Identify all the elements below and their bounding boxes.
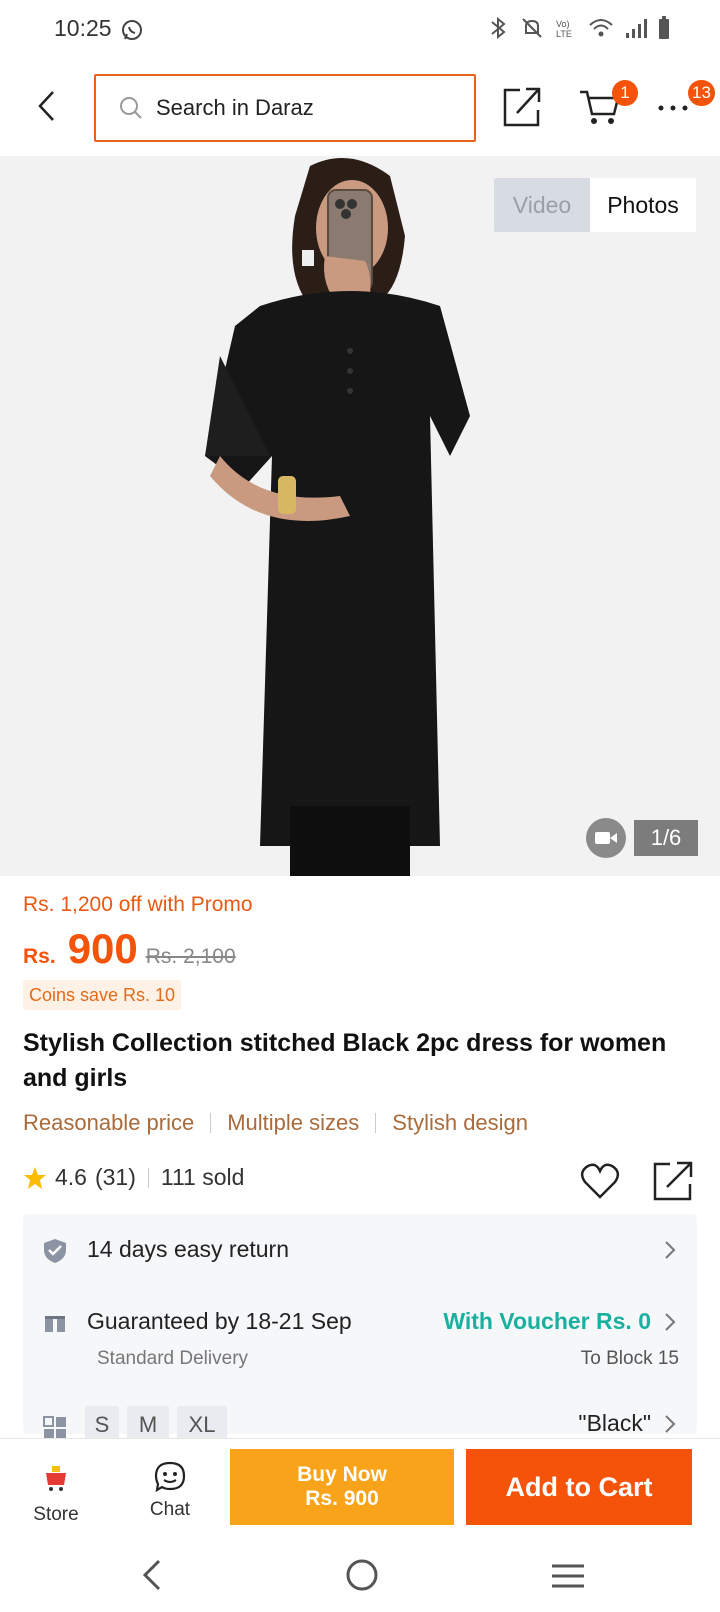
sold-count: 111 sold <box>160 1164 245 1190</box>
status-icons: Vo) LTE <box>488 16 670 40</box>
wifi-icon <box>589 19 613 37</box>
action-bar: Store Chat Buy Now Rs. 900 Add to Cart <box>0 1438 720 1540</box>
svg-text:LTE: LTE <box>556 29 572 39</box>
coins-badge: Coins save Rs. 10 <box>23 980 182 1010</box>
photos-tab[interactable]: Photos <box>590 178 696 232</box>
delivery-date: Guaranteed by 18-21 Sep <box>87 1308 352 1334</box>
price-currency: Rs. <box>23 945 56 968</box>
status-bar: 10:25 Vo) LTE <box>0 0 720 60</box>
volte-icon: Vo)LTE <box>556 19 572 39</box>
delivery-box-icon <box>45 1312 65 1332</box>
share-icon[interactable] <box>502 84 542 128</box>
more-options-icon[interactable] <box>656 92 692 122</box>
product-title: Stylish Collection stitched Black 2pc dr… <box>23 1029 667 1092</box>
rating-row[interactable]: 4.6 (31) 111 sold <box>23 1164 244 1191</box>
back-button[interactable] <box>30 84 64 128</box>
signal-icon <box>626 19 647 38</box>
return-policy-text: 14 days easy return <box>87 1236 290 1262</box>
voucher-text[interactable]: With Voucher Rs. 0 <box>443 1308 651 1335</box>
system-nav-bar <box>0 1540 720 1612</box>
video-tab[interactable]: Video <box>494 178 590 232</box>
video-button[interactable] <box>586 818 626 858</box>
divider <box>147 1167 149 1188</box>
search-placeholder: Search in Daraz <box>156 95 314 120</box>
chat-icon <box>154 1461 186 1493</box>
rating-value: 4.6 <box>55 1164 87 1190</box>
chevron-right-icon <box>665 1241 676 1259</box>
image-counter: 1/6 <box>634 820 698 856</box>
current-price: 900 <box>67 925 138 972</box>
chevron-right-icon[interactable] <box>663 1414 677 1434</box>
status-time: 10:25 <box>54 15 112 41</box>
bluetooth-icon <box>491 16 506 40</box>
divider <box>210 1113 212 1133</box>
media-toggle: Video Photos <box>494 178 696 232</box>
return-policy-row[interactable]: 14 days easy return <box>23 1214 697 1286</box>
info-card: 14 days easy return Guaranteed by 18-21 … <box>23 1214 697 1444</box>
delivery-type: Standard Delivery <box>97 1348 249 1369</box>
nav-recents-icon[interactable] <box>550 1562 586 1590</box>
share-icon[interactable] <box>652 1160 694 1202</box>
store-logo-icon <box>46 1466 66 1491</box>
tag-item: Stylish design <box>392 1110 529 1135</box>
product-image <box>205 158 470 876</box>
battery-icon <box>659 16 669 39</box>
buy-now-price: Rs. 900 <box>305 1487 379 1510</box>
buy-now-button[interactable]: Buy Now Rs. 900 <box>230 1449 454 1525</box>
product-tags: Reasonable price Multiple sizes Stylish … <box>23 1110 528 1136</box>
tag-item: Reasonable price <box>23 1110 195 1135</box>
notification-badge: 13 <box>688 80 715 106</box>
mute-icon <box>522 18 542 38</box>
promo-text: Rs. 1,200 off with Promo <box>23 893 253 916</box>
chevron-right-icon[interactable] <box>663 1312 677 1332</box>
store-label: Store <box>33 1504 79 1525</box>
tag-item: Multiple sizes <box>227 1110 360 1135</box>
buy-now-label: Buy Now <box>297 1463 387 1486</box>
back-arrow-icon <box>38 91 54 121</box>
whatsapp-icon <box>122 20 142 40</box>
star-icon <box>24 1166 46 1189</box>
video-camera-icon <box>595 832 617 844</box>
nav-back-icon[interactable] <box>140 1558 164 1592</box>
chat-label: Chat <box>149 1499 191 1520</box>
svg-text:Vo): Vo) <box>556 19 570 29</box>
review-count: (31) <box>94 1164 136 1190</box>
delivery-location: To Block 15 <box>580 1348 679 1369</box>
store-button[interactable]: Store <box>20 1451 92 1531</box>
variants-icon <box>43 1416 66 1439</box>
product-gallery[interactable]: Video Photos 1/6 <box>0 156 720 876</box>
search-input[interactable]: Search in Daraz <box>94 74 476 142</box>
divider <box>375 1113 377 1133</box>
nav-home-icon[interactable] <box>345 1558 379 1592</box>
heart-icon[interactable] <box>580 1162 620 1200</box>
chat-button[interactable]: Chat <box>134 1451 206 1531</box>
shield-icon <box>44 1239 66 1263</box>
add-to-cart-button[interactable]: Add to Cart <box>466 1449 692 1525</box>
search-icon <box>120 97 142 119</box>
cart-count-badge: 1 <box>612 80 638 106</box>
original-price: Rs. 2,100 <box>145 945 236 968</box>
selected-color[interactable]: "Black" <box>578 1410 651 1437</box>
price-row: Rs. 900 Rs. 2,100 <box>23 925 236 973</box>
top-bar: Search in Daraz 1 13 <box>0 62 720 154</box>
